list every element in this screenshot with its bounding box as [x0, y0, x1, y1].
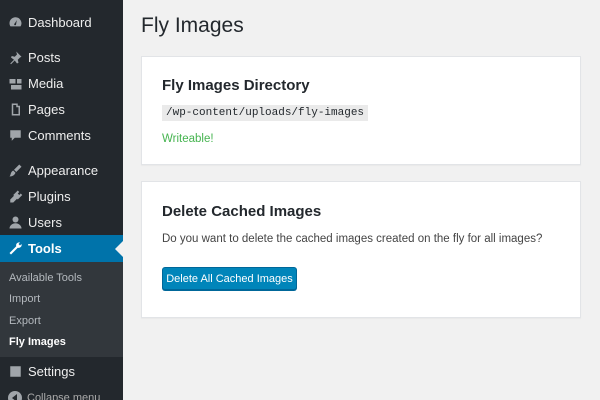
- page-title: Fly Images: [141, 14, 244, 37]
- brush-icon: [5, 160, 25, 180]
- main-content: Fly Images Fly Images Directory /wp-cont…: [123, 0, 600, 400]
- dashboard-icon: [5, 12, 25, 32]
- menu-item-media[interactable]: Media: [0, 70, 123, 96]
- collapse-icon: [8, 391, 22, 400]
- menu-label: Appearance: [28, 162, 99, 178]
- menu-label: Media: [28, 75, 64, 91]
- collapse-label: Collapse menu: [27, 392, 101, 400]
- plugin-icon: [5, 186, 25, 206]
- directory-card: Fly Images Directory /wp-content/uploads…: [141, 56, 581, 165]
- settings-icon: [5, 361, 25, 381]
- menu-item-users[interactable]: Users: [0, 209, 123, 235]
- cache-card: Delete Cached Images Do you want to dele…: [141, 181, 581, 318]
- menu-label: Settings: [28, 363, 75, 379]
- menu-item-plugins[interactable]: Plugins: [0, 183, 123, 209]
- submenu-item-export[interactable]: Export: [9, 315, 41, 327]
- cache-description: Do you want to delete the cached images …: [162, 233, 543, 245]
- menu-label: Comments: [28, 127, 91, 143]
- active-arrow: [115, 240, 123, 257]
- user-icon: [5, 212, 25, 232]
- comment-icon: [5, 125, 25, 145]
- collapse-menu-button[interactable]: Collapse menu: [0, 388, 123, 400]
- page-icon: [5, 99, 25, 119]
- admin-sidebar: Dashboard Posts Media Pages Comments App…: [0, 0, 123, 400]
- wrench-icon: [5, 239, 25, 259]
- menu-label: Plugins: [28, 188, 71, 204]
- pin-icon: [5, 47, 25, 67]
- cache-heading: Delete Cached Images: [162, 203, 322, 220]
- delete-cached-images-button[interactable]: Delete All Cached Images: [162, 267, 297, 290]
- menu-label: Posts: [28, 49, 61, 65]
- menu-label: Pages: [28, 101, 65, 117]
- menu-item-comments[interactable]: Comments: [0, 122, 123, 148]
- media-icon: [5, 73, 25, 93]
- menu-item-appearance[interactable]: Appearance: [0, 157, 123, 183]
- menu-label: Tools: [28, 241, 62, 256]
- menu-label: Dashboard: [28, 14, 92, 30]
- writeable-status: Writeable!: [162, 133, 214, 145]
- directory-heading: Fly Images Directory: [162, 77, 310, 94]
- menu-item-pages[interactable]: Pages: [0, 96, 123, 122]
- submenu-item-available-tools[interactable]: Available Tools: [9, 272, 82, 284]
- menu-item-dashboard[interactable]: Dashboard: [0, 9, 123, 35]
- menu-item-settings[interactable]: Settings: [0, 358, 123, 384]
- tools-submenu: Available Tools Import Export Fly Images: [0, 262, 123, 357]
- menu-label: Users: [28, 214, 62, 230]
- directory-path: /wp-content/uploads/fly-images: [162, 105, 369, 121]
- menu-item-posts[interactable]: Posts: [0, 44, 123, 70]
- submenu-item-fly-images[interactable]: Fly Images: [9, 336, 66, 348]
- submenu-item-import[interactable]: Import: [9, 293, 40, 305]
- menu-item-tools[interactable]: Tools: [0, 235, 123, 262]
